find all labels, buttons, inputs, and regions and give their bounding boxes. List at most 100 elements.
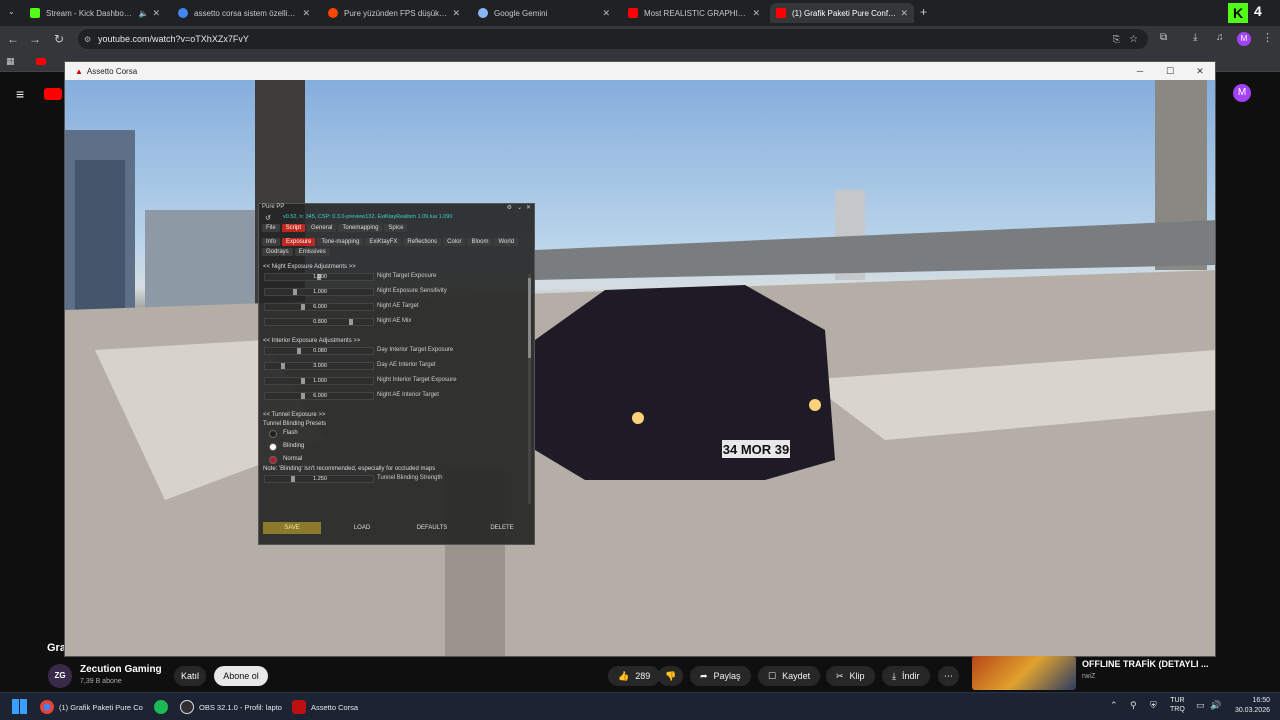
tab-exposure[interactable]: Exposure [282, 238, 316, 246]
close-icon[interactable]: ✕ [302, 8, 310, 19]
day-ae-interior-target-slider[interactable]: 3.000 [264, 362, 374, 370]
tab-exiktayfx[interactable]: ExiKtayFX [365, 238, 402, 246]
youtube-bookmark-icon[interactable] [36, 58, 46, 65]
tab-youtube-active[interactable]: (1) Grafik Paketi Pure Config G ✕ [770, 3, 914, 23]
taskbar-assetto-corsa[interactable]: Assetto Corsa [292, 698, 358, 716]
apps-icon[interactable]: ▦ [6, 56, 15, 67]
tray-usb-icon[interactable]: ⚲ [1130, 700, 1137, 711]
taskbar-obs[interactable]: OBS 32.1.0 - Profil: lapto [180, 698, 282, 716]
youtube-avatar[interactable]: M [1233, 84, 1251, 102]
profile-avatar[interactable]: M [1237, 32, 1251, 46]
extensions-icon[interactable]: ⧉ [1160, 32, 1167, 43]
windows-start-icon[interactable] [12, 699, 27, 714]
thumbs-down-icon: 👎 [665, 670, 677, 681]
menu-tonemapping[interactable]: Tonemapping [338, 224, 383, 232]
save-video-button[interactable]: ☐ Kaydet [758, 666, 821, 686]
pure-pp-panel[interactable]: Pure PP ⚙ ⌄ ✕ ↺ v0.52, n: 345, CSP: 0.3.… [258, 203, 535, 545]
day-interior-target-exposure-slider[interactable]: 0.080 [264, 347, 374, 355]
taskbar-spotify[interactable] [154, 698, 168, 716]
close-icon[interactable]: ✕ [900, 8, 908, 19]
tray-vpn-icon[interactable]: ⛨ [1150, 700, 1157, 711]
save-button[interactable]: SAVE [263, 522, 321, 534]
tab-google-search[interactable]: assetto corsa sistem özellikleri ✕ [172, 3, 316, 23]
reload-icon[interactable]: ↻ [48, 32, 70, 46]
menu-script[interactable]: Script [281, 224, 306, 232]
tab-color[interactable]: Color [443, 238, 466, 246]
night-ae-interior-target-slider[interactable]: 6.000 [264, 392, 374, 400]
maximize-button[interactable]: ☐ [1155, 62, 1185, 80]
more-actions-button[interactable]: ⋯ [938, 666, 959, 686]
channel-avatar[interactable]: ZG [48, 664, 72, 688]
install-icon[interactable]: ⎘ [1113, 34, 1120, 45]
menu-spice[interactable]: Spice [384, 224, 408, 232]
close-icon[interactable]: ✕ [452, 8, 460, 19]
panel-collapse-icon[interactable]: ⌄ [517, 204, 522, 211]
subscribe-button[interactable]: Abone ol [214, 666, 268, 686]
close-icon[interactable]: ✕ [752, 8, 760, 19]
tab-info[interactable]: Info [262, 238, 281, 246]
hamburger-icon[interactable]: ≡ [16, 86, 24, 102]
new-tab-button[interactable]: + [920, 5, 927, 19]
youtube-logo-icon[interactable] [44, 88, 62, 100]
panel-close-icon[interactable]: ✕ [526, 204, 531, 211]
menu-icon[interactable]: ⋮ [1262, 31, 1273, 44]
tab-world[interactable]: World [494, 238, 519, 246]
night-target-exposure-slider[interactable]: 1.000 [264, 273, 374, 281]
taskbar-chrome[interactable]: (1) Grafik Paketi Pure Co [40, 698, 143, 716]
tab-youtube-1[interactable]: Most REALISTIC GRAPHICS You✕ [622, 3, 766, 23]
delete-button[interactable]: DELETE [473, 522, 531, 534]
preset-normal-radio[interactable]: Normal [259, 453, 534, 466]
address-bar[interactable]: ⚙ youtube.com/watch?v=oTXhXZx7FvY ⎘ ☆ [78, 29, 1148, 49]
volume-icon[interactable]: 🔊 [1210, 700, 1221, 711]
close-button[interactable]: ✕ [1185, 62, 1215, 80]
tab-emissives[interactable]: Emissives [294, 248, 330, 256]
share-button[interactable]: ➦ Paylaş [690, 666, 751, 686]
clock[interactable]: 16:50 30.03.2026 [1226, 696, 1270, 716]
menu-file[interactable]: File [262, 224, 280, 232]
close-icon[interactable]: ✕ [152, 8, 160, 19]
tab-gemini[interactable]: Google Gemini ✕ [472, 3, 616, 23]
night-interior-target-exposure-slider[interactable]: 1.000 [264, 377, 374, 385]
bookmark-star-icon[interactable]: ☆ [1129, 34, 1138, 45]
night-ae-mix-slider[interactable]: 0.800 [264, 318, 374, 326]
night-exposure-sensitivity-slider[interactable]: 1.000 [264, 288, 374, 296]
preset-flash-radio[interactable]: Flash [259, 427, 534, 440]
assetto-corsa-window[interactable]: ▲ Assetto Corsa ─ ☐ ✕ 34 MOR 39 [64, 61, 1216, 657]
dislike-button[interactable]: 👎 [658, 666, 684, 686]
suggested-video-title[interactable]: OFFLINE TRAFİK (DETAYLI ... [1082, 659, 1212, 669]
tray-chevron-icon[interactable]: ⌃ [1110, 700, 1118, 711]
tunnel-blinding-strength-slider[interactable]: 1.250 [264, 475, 374, 483]
tab-search-icon[interactable]: ⌄ [8, 7, 15, 16]
panel-settings-icon[interactable]: ⚙ [507, 204, 512, 211]
tab-kick[interactable]: Stream - Kick Dashboard 🔈 ✕ [24, 3, 166, 23]
panel-scrollbar[interactable] [528, 274, 531, 504]
lang-indicator[interactable]: TUR TRQ [1170, 696, 1185, 714]
menu-general[interactable]: General [307, 224, 337, 232]
close-icon[interactable]: ✕ [602, 8, 610, 19]
back-icon[interactable]: ← [2, 32, 24, 46]
network-icon[interactable]: ▭ [1196, 700, 1205, 711]
night-ae-target-slider[interactable]: 6.000 [264, 303, 374, 311]
tab-reddit[interactable]: Pure yüzünden FPS düşük. : r/a ✕ [322, 3, 466, 23]
clip-button[interactable]: ✂ Klip [826, 666, 875, 686]
preset-blinding-radio[interactable]: Blinding [259, 440, 534, 453]
suggested-video-thumbnail[interactable] [972, 656, 1076, 690]
load-button[interactable]: LOAD [333, 522, 391, 534]
minimize-button[interactable]: ─ [1125, 62, 1155, 80]
google-icon [178, 8, 188, 18]
tab-bloom[interactable]: Bloom [467, 238, 493, 246]
download-button[interactable]: ⤓ İndir [882, 666, 930, 686]
site-info-icon[interactable]: ⚙ [84, 35, 91, 44]
media-icon[interactable]: ♫ [1216, 32, 1224, 43]
join-button[interactable]: Katıl [174, 666, 206, 686]
forward-icon[interactable]: → [24, 32, 46, 46]
download-icon[interactable]: ⤓ [1193, 32, 1197, 43]
channel-name[interactable]: Zecution Gaming [80, 664, 162, 675]
tab-tone-mapping[interactable]: Tone-mapping [317, 238, 364, 246]
tab-reflections[interactable]: Reflections [403, 238, 442, 246]
reset-icon[interactable]: ↺ [265, 214, 271, 222]
tab-godrays[interactable]: Godrays [262, 248, 293, 256]
like-button[interactable]: 👍 289 [608, 666, 661, 686]
defaults-button[interactable]: DEFAULTS [403, 522, 461, 534]
mute-icon[interactable]: 🔈 [138, 9, 148, 18]
